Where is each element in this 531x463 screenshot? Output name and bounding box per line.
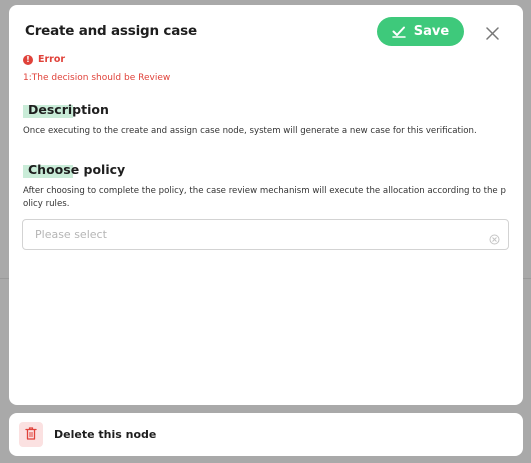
save-button[interactable]: Save: [377, 17, 464, 46]
error-label: Error: [38, 54, 66, 65]
footer-bar: Delete this node: [9, 413, 523, 456]
policy-text: After choosing to complete the policy, t…: [23, 186, 506, 209]
node-config-panel: Create and assign case Save ! Error 1:Th…: [9, 5, 523, 405]
delete-node-button[interactable]: [19, 422, 43, 447]
policy-heading: Choose policy: [23, 162, 125, 178]
error-header: ! Error: [23, 54, 65, 65]
check-icon: [392, 26, 406, 38]
close-icon[interactable]: [486, 25, 499, 40]
delete-node-label[interactable]: Delete this node: [54, 428, 156, 441]
policy-select-placeholder: Please select: [35, 228, 107, 241]
description-heading: Description: [23, 102, 109, 118]
clear-circle-icon[interactable]: [489, 230, 500, 249]
error-icon: !: [23, 54, 33, 65]
trash-icon: [25, 425, 37, 444]
description-text: Once executing to the create and assign …: [23, 126, 477, 136]
panel-title: Create and assign case: [25, 23, 197, 39]
policy-select[interactable]: Please select: [22, 219, 509, 250]
error-message: 1:The decision should be Review: [23, 73, 171, 83]
save-button-label: Save: [413, 24, 450, 39]
